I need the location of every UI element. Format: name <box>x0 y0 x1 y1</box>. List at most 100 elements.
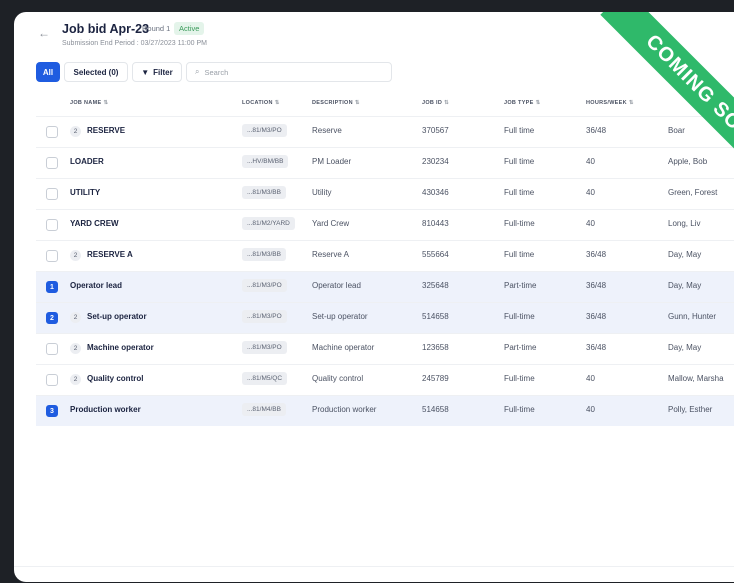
column-header-hours[interactable]: HOURS/WEEK ⇅ <box>586 100 634 106</box>
job-type-cell: Full-time <box>504 219 535 228</box>
job-type-cell: Part-time <box>504 343 537 352</box>
table-row[interactable]: 1 Operator lead ...81/M3/PO Operator lead 32… <box>36 271 734 302</box>
location-pill: ...81/M3/PO <box>242 341 287 354</box>
table-row[interactable]: LOADER ...HV/BM/BB PM Loader 230234 Full tim… <box>36 147 734 178</box>
description-cell: Reserve <box>312 126 342 135</box>
description-cell: PM Loader <box>312 157 352 166</box>
page-title: Job bid Apr-23 <box>62 22 150 36</box>
job-name: Quality control <box>87 374 144 383</box>
column-header-job-type[interactable]: JOB TYPE ⇅ <box>504 100 541 106</box>
table-row[interactable]: YARD CREW ...81/M2/YARD Yard Crew 810443 Ful… <box>36 209 734 240</box>
row-checkbox[interactable] <box>46 250 58 262</box>
row-checkbox[interactable] <box>46 374 58 386</box>
owner-cell: Apple, Bob <box>668 157 708 166</box>
arrow-left-icon[interactable]: ← <box>38 26 50 40</box>
row-checkbox[interactable]: 2 <box>46 312 58 324</box>
owner-cell: Long, Liv <box>668 219 701 228</box>
job-name: RESERVE A <box>87 250 133 259</box>
hours-cell: 36/48 <box>586 312 607 321</box>
job-name-cell: Production worker <box>70 405 141 414</box>
description-cell: Yard Crew <box>312 219 350 228</box>
hours-cell: 40 <box>586 188 595 197</box>
job-name: Operator lead <box>70 281 123 290</box>
table-row[interactable]: 2 RESERVE ...81/M3/PO Reserve 370567 Full tim… <box>36 116 734 147</box>
owner-cell: Gunn, Hunter <box>668 312 717 321</box>
column-header-location[interactable]: LOCATION ⇅ <box>242 100 280 106</box>
sort-icon: ⇅ <box>628 100 634 106</box>
table-row[interactable]: 2 2 Set-up operator ...81/M3/PO Set-up opera… <box>36 302 734 333</box>
row-checkbox[interactable]: 3 <box>46 405 58 417</box>
round-label: Round 1 <box>142 24 171 33</box>
location-pill: ...81/M3/BB <box>242 248 286 261</box>
table-body: 2 RESERVE ...81/M3/PO Reserve 370567 Full tim… <box>36 116 734 426</box>
search-box[interactable]: ⌕ <box>186 62 392 82</box>
job-name-cell: 2 RESERVE <box>70 126 125 137</box>
column-header-job-name[interactable]: JOB NAME ⇅ <box>70 100 108 106</box>
filter-button[interactable]: ▼ Filter <box>132 62 182 82</box>
sort-icon: ⇅ <box>535 100 541 106</box>
table-row[interactable]: 3 Production worker ...81/M4/BB Production … <box>36 395 734 426</box>
table-header: JOB NAME ⇅ LOCATION ⇅ DESCRIPTION ⇅ JOB ID ⇅… <box>36 94 734 116</box>
count-badge: 2 <box>70 250 81 261</box>
job-id-cell: 810443 <box>422 219 449 228</box>
sort-icon: ⇅ <box>274 100 280 106</box>
owner-cell: Day, May <box>668 250 702 259</box>
submission-period: Submission End Period : 03/27/2023 11:00… <box>62 40 208 47</box>
search-input[interactable] <box>204 67 365 77</box>
row-checkbox[interactable] <box>46 343 58 355</box>
owner-cell: Polly, Esther <box>668 405 713 414</box>
selected-button[interactable]: Selected (0) <box>64 62 128 82</box>
location-pill: ...81/M5/QC <box>242 372 288 385</box>
jobs-table: JOB NAME ⇅ LOCATION ⇅ DESCRIPTION ⇅ JOB ID ⇅… <box>36 94 734 426</box>
column-header-description[interactable]: DESCRIPTION ⇅ <box>312 100 360 106</box>
job-type-cell: Part-time <box>504 281 537 290</box>
toolbar: All Selected (0) ▼ Filter ⌕ <box>14 62 734 86</box>
job-name: Production worker <box>70 405 141 414</box>
job-id-cell: 555664 <box>422 250 449 259</box>
row-checkbox[interactable] <box>46 188 58 200</box>
job-id-cell: 123658 <box>422 343 449 352</box>
job-type-cell: Full time <box>504 188 535 197</box>
location-pill: ...81/M3/PO <box>242 124 287 137</box>
row-checkbox[interactable] <box>46 219 58 231</box>
job-id-cell: 230234 <box>422 157 449 166</box>
job-name-cell: 2 Machine operator <box>70 343 154 354</box>
table-row[interactable]: 2 Quality control ...81/M5/QC Quality contr… <box>36 364 734 395</box>
description-cell: Production worker <box>312 405 377 414</box>
row-checkbox[interactable]: 1 <box>46 281 58 293</box>
table-row[interactable]: UTILITY ...81/M3/BB Utility 430346 Full time… <box>36 178 734 209</box>
filter-icon: ▼ <box>141 67 150 77</box>
job-name-cell: 2 Quality control <box>70 374 143 385</box>
divider <box>14 566 734 567</box>
row-checkbox[interactable] <box>46 157 58 169</box>
description-cell: Machine operator <box>312 343 375 352</box>
hours-cell: 40 <box>586 405 595 414</box>
sort-icon: ⇅ <box>444 100 450 106</box>
app-window: ← Job bid Apr-23 Round 1 Active Submissi… <box>14 12 734 582</box>
column-header-job-id[interactable]: JOB ID ⇅ <box>422 100 449 106</box>
location-pill: ...81/M2/YARD <box>242 217 295 230</box>
job-name: RESERVE <box>87 126 126 135</box>
hours-cell: 36/48 <box>586 250 607 259</box>
row-checkbox[interactable] <box>46 126 58 138</box>
job-id-cell: 370567 <box>422 126 449 135</box>
job-id-cell: 325648 <box>422 281 449 290</box>
table-row[interactable]: 2 Machine operator ...81/M3/PO Machine oper… <box>36 333 734 364</box>
job-type-cell: Full time <box>504 126 535 135</box>
hours-cell: 40 <box>586 157 595 166</box>
location-pill: ...81/M4/BB <box>242 403 286 416</box>
table-row[interactable]: 2 RESERVE A ...81/M3/BB Reserve A 555664 Full… <box>36 240 734 271</box>
job-id-cell: 514658 <box>422 312 449 321</box>
owner-cell: Day, May <box>668 343 702 352</box>
job-name: Set-up operator <box>87 312 147 321</box>
hours-cell: 36/48 <box>586 281 607 290</box>
job-name-cell: UTILITY <box>70 188 100 197</box>
count-badge: 2 <box>70 126 81 137</box>
job-name-cell: LOADER <box>70 157 104 166</box>
owner-cell: Green, Forest <box>668 188 718 197</box>
location-pill: ...81/M3/BB <box>242 186 286 199</box>
job-type-cell: Full time <box>504 250 535 259</box>
all-button[interactable]: All <box>36 62 60 82</box>
job-type-cell: Full-time <box>504 405 535 414</box>
hours-cell: 40 <box>586 219 595 228</box>
